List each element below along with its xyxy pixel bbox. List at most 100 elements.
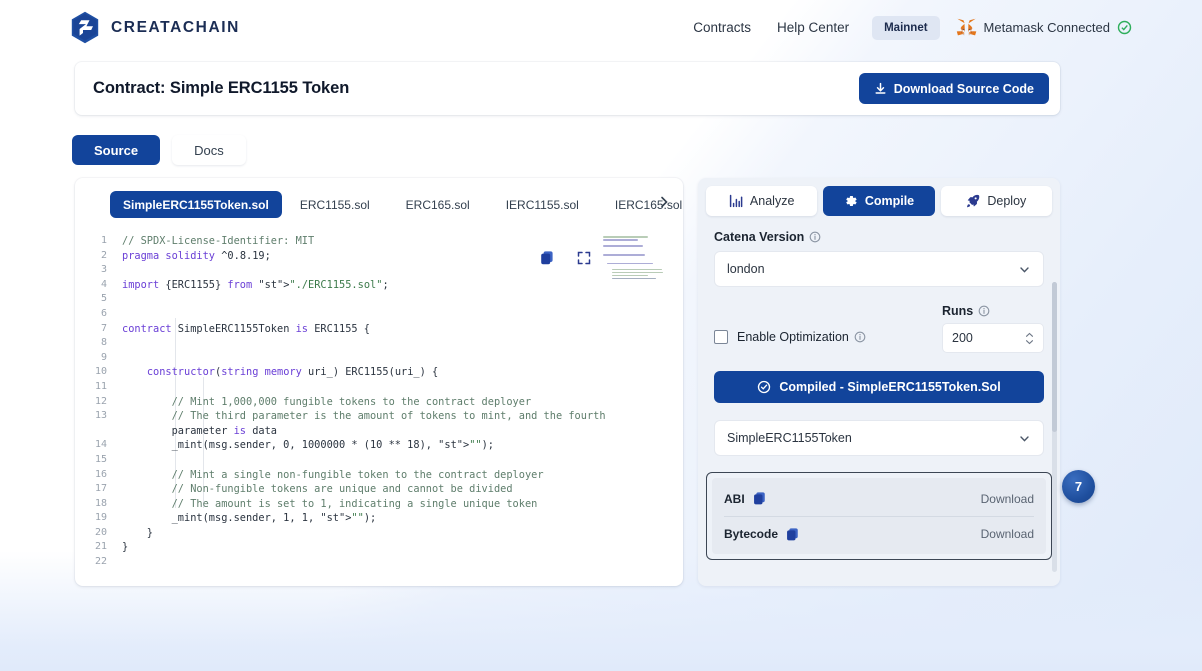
panel-scrollbar-track[interactable] <box>1052 282 1057 572</box>
line-number: 8 <box>100 337 107 349</box>
line-number: 6 <box>100 307 107 319</box>
analyze-chart-icon <box>729 194 743 208</box>
artifact-row-abi: ABI Download <box>724 481 1034 516</box>
runs-control: Runs 200 <box>942 304 1044 353</box>
wallet-status-label: Metamask Connected <box>983 20 1110 35</box>
catena-version-label-row: Catena Version <box>714 230 1044 244</box>
check-circle-icon <box>758 380 771 394</box>
gear-icon <box>846 196 857 206</box>
info-icon[interactable] <box>809 231 821 243</box>
line-number: 17 <box>94 483 107 495</box>
expand-fullscreen-icon[interactable] <box>577 251 591 265</box>
minimap-line <box>603 236 648 238</box>
copy-icon[interactable] <box>752 491 767 506</box>
line-number: 15 <box>94 453 107 465</box>
minimap-line <box>611 271 664 274</box>
metamask-fox-icon <box>956 18 976 36</box>
minimap-line <box>603 244 643 247</box>
code-toolbar <box>539 250 591 266</box>
page-title: Contract: Simple ERC1155 Token <box>93 79 350 97</box>
copy-icon[interactable] <box>785 527 800 542</box>
info-icon[interactable] <box>854 331 866 343</box>
artifacts-list: ABI Download Bytecode Download <box>712 478 1046 554</box>
line-number: 22 <box>94 556 107 568</box>
download-abi-link[interactable]: Download <box>981 492 1034 506</box>
tab-compile[interactable]: Compile <box>823 186 935 216</box>
line-number: 4 <box>100 278 107 290</box>
compiled-status-label: Compiled - SimpleERC1155Token.Sol <box>779 380 1001 394</box>
download-source-code-label: Download Source Code <box>893 81 1034 96</box>
catena-version-value: london <box>727 262 765 276</box>
line-number: 11 <box>94 380 107 392</box>
chevron-down-icon[interactable] <box>1025 339 1034 345</box>
info-icon[interactable] <box>978 305 990 317</box>
runs-label-row: Runs <box>942 304 1044 318</box>
artifact-name-bytecode: Bytecode <box>724 527 779 541</box>
line-number <box>75 424 107 439</box>
file-tab-bar: SimpleERC1155Token.sol ERC1155.sol ERC16… <box>75 178 683 218</box>
top-header: CREATACHAIN Contracts Help Center Mainne… <box>0 0 1202 55</box>
wallet-status[interactable]: Metamask Connected <box>956 18 1132 37</box>
tab-compile-label: Compile <box>864 194 915 208</box>
compile-panel: Analyze Compile Deploy Catena Version lo… <box>698 178 1060 586</box>
file-tab-simpleerc1155token[interactable]: SimpleERC1155Token.sol <box>110 191 282 218</box>
creatachain-hexagon-logo-icon <box>71 11 99 44</box>
chevron-down-icon <box>1020 435 1029 442</box>
line-number: 12 <box>94 395 107 407</box>
code-minimap[interactable] <box>603 236 675 282</box>
contract-header-bar: Contract: Simple ERC1155 Token Download … <box>75 62 1060 115</box>
catena-version-label: Catena Version <box>714 230 805 244</box>
line-number-gutter: 1 2 3 4 5 6 7 8 9 10 11 12 13 14 15 16 17 18 19 20 21 22 <box>75 232 107 570</box>
optimization-control[interactable]: Enable Optimization <box>714 330 866 353</box>
file-tab-erc1155[interactable]: ERC1155.sol <box>282 191 388 218</box>
rocket-icon <box>967 194 980 208</box>
contract-select[interactable]: SimpleERC1155Token <box>714 420 1044 456</box>
nav-contracts[interactable]: Contracts <box>680 20 764 35</box>
line-number: 16 <box>94 468 107 480</box>
brand-logo[interactable]: CREATACHAIN <box>70 11 240 44</box>
runs-input[interactable]: 200 <box>942 323 1044 353</box>
compiled-status-button[interactable]: Compiled - SimpleERC1155Token.Sol <box>714 371 1044 403</box>
tab-analyze[interactable]: Analyze <box>706 186 818 216</box>
file-tab-erc165[interactable]: ERC165.sol <box>388 191 488 218</box>
line-number: 13 <box>94 410 107 422</box>
code-editor[interactable]: 1 2 3 4 5 6 7 8 9 10 11 12 13 14 15 16 17 18 19 20 21 22 // S… <box>75 232 683 582</box>
optimization-row: Enable Optimization Runs 200 <box>714 304 1044 353</box>
code-content: // SPDX-License-Identifier: MIT pragma s… <box>122 235 606 554</box>
network-badge[interactable]: Mainnet <box>872 15 940 40</box>
runs-stepper[interactable] <box>1025 332 1034 345</box>
chevron-up-icon[interactable] <box>1025 332 1034 338</box>
download-source-code-button[interactable]: Download Source Code <box>858 73 1049 104</box>
tab-docs[interactable]: Docs <box>172 135 246 165</box>
minimap-line <box>611 277 657 280</box>
chevron-down-icon <box>1020 266 1029 273</box>
artifacts-card: ABI Download Bytecode Download <box>706 472 1052 560</box>
tab-deploy[interactable]: Deploy <box>940 186 1052 216</box>
minimap-line <box>603 238 638 241</box>
line-number: 21 <box>94 541 107 553</box>
minimap-line <box>611 268 663 271</box>
header-nav: Contracts Help Center Mainnet Metamask C… <box>680 15 1132 40</box>
line-number: 20 <box>94 526 107 538</box>
nav-help-center[interactable]: Help Center <box>764 20 862 35</box>
enable-optimization-label: Enable Optimization <box>737 330 849 344</box>
runs-label: Runs <box>942 304 974 318</box>
runs-value: 200 <box>952 331 973 345</box>
tab-analyze-label: Analyze <box>749 194 795 208</box>
tab-source[interactable]: Source <box>72 135 161 165</box>
artifact-name-abi: ABI <box>724 491 745 506</box>
minimap-line <box>603 253 645 256</box>
line-number: 19 <box>94 512 107 524</box>
catena-version-select[interactable]: london <box>714 251 1044 287</box>
file-tab-ierc1155[interactable]: IERC1155.sol <box>488 191 597 218</box>
copy-icon[interactable] <box>539 250 555 266</box>
panel-scrollbar-thumb[interactable] <box>1052 282 1057 432</box>
chevron-right-icon[interactable] <box>657 195 671 209</box>
line-number: 5 <box>100 293 107 305</box>
enable-optimization-checkbox[interactable] <box>714 330 728 344</box>
download-bytecode-link[interactable]: Download <box>981 527 1034 541</box>
line-number: 1 <box>100 235 107 246</box>
step-badge[interactable]: 7 <box>1062 470 1095 503</box>
compile-panel-body: Catena Version london Enable Optimizatio… <box>698 216 1060 456</box>
line-number: 9 <box>100 351 107 363</box>
